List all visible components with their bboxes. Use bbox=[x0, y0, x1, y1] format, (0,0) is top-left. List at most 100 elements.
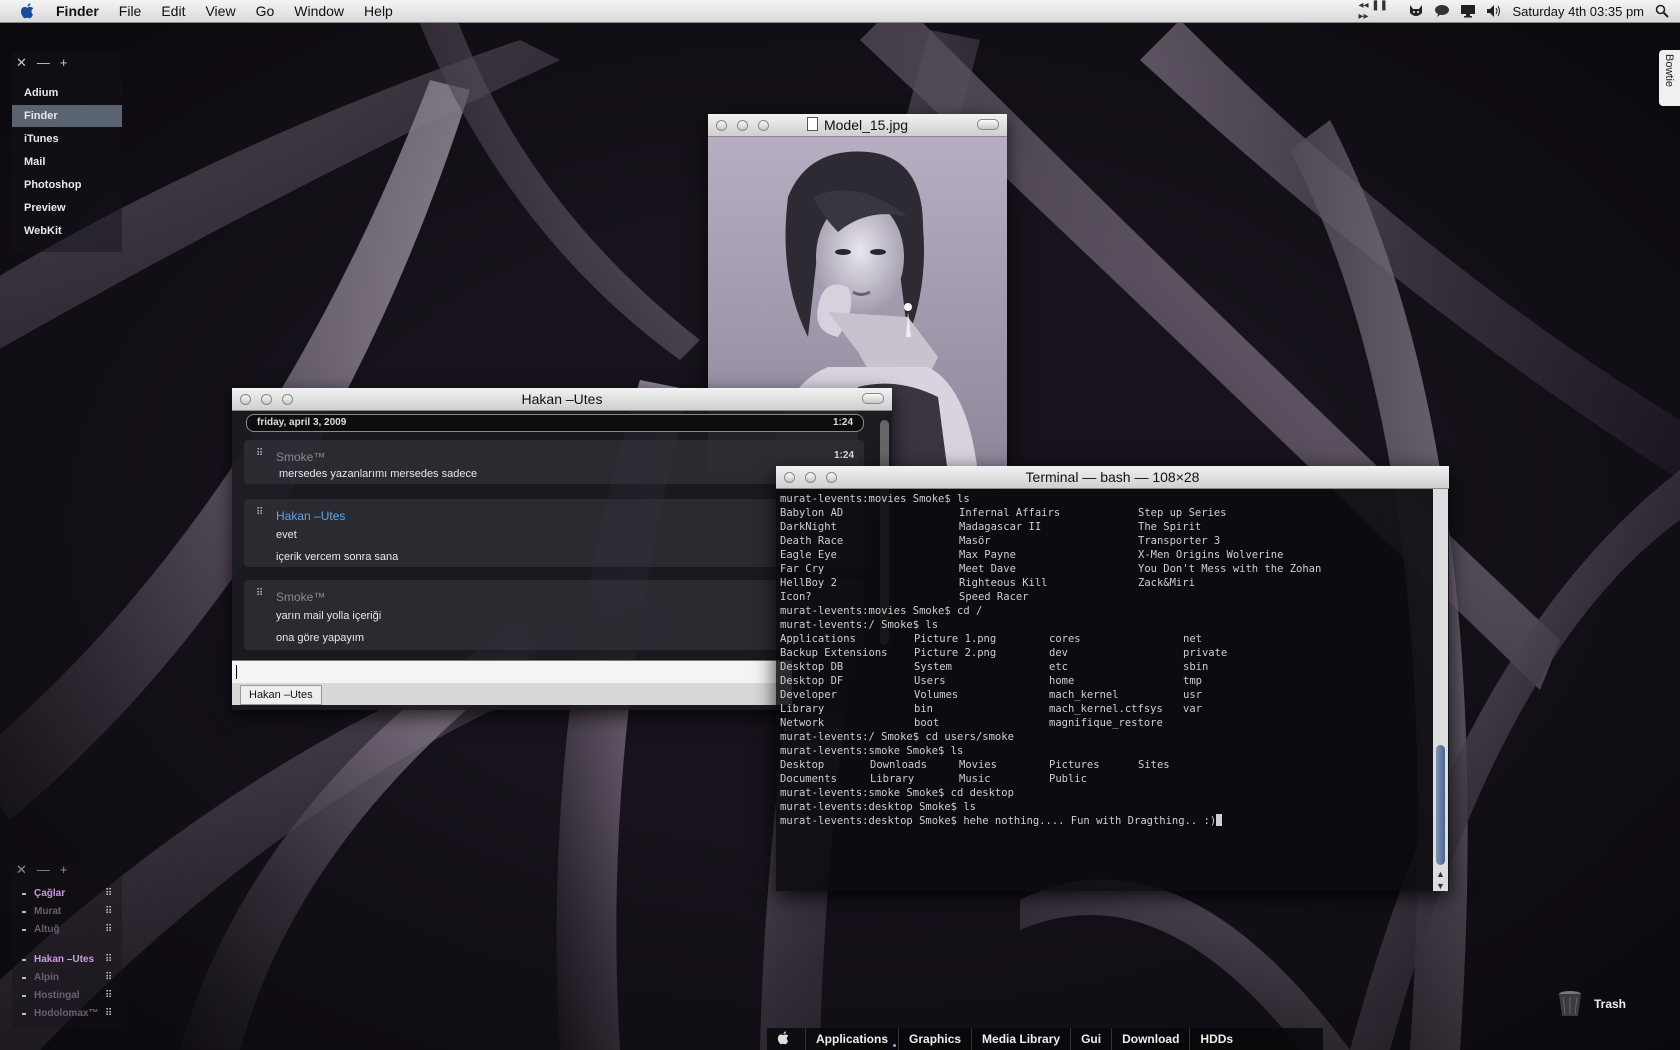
minimize-button[interactable] bbox=[737, 120, 748, 131]
app-item-itunes[interactable]: iTunes bbox=[12, 128, 122, 150]
volume-icon[interactable] bbox=[1486, 4, 1502, 18]
title-bar[interactable]: Terminal — bash — 108×28 bbox=[776, 466, 1449, 489]
dock-gui[interactable]: Gui bbox=[1070, 1028, 1111, 1050]
display-icon[interactable] bbox=[1460, 4, 1476, 18]
terminal-listing-entry: private bbox=[1183, 647, 1228, 659]
terminal-listing-entry: net bbox=[1183, 633, 1202, 645]
terminal-listing-entry: Far Cry bbox=[780, 563, 825, 575]
dock-graphics[interactable]: Graphics bbox=[898, 1028, 971, 1050]
menu-file[interactable]: File bbox=[109, 0, 152, 22]
app-item-photoshop[interactable]: Photoshop bbox=[12, 174, 122, 196]
dock-applications[interactable]: Applications bbox=[805, 1028, 898, 1050]
scroll-up-arrow-icon[interactable]: ▲ bbox=[1436, 869, 1445, 879]
zoom-button[interactable] bbox=[282, 394, 293, 405]
terminal-listing-entry: DarkNight bbox=[780, 521, 837, 533]
zoom-button[interactable] bbox=[826, 472, 837, 483]
menu-view[interactable]: View bbox=[195, 0, 245, 22]
terminal-scrollbar[interactable]: ▲ ▼ bbox=[1433, 489, 1448, 891]
terminal-line: murat-levents:movies Smoke$ cd / bbox=[780, 604, 982, 618]
close-button[interactable] bbox=[784, 472, 795, 483]
message-input[interactable] bbox=[232, 660, 792, 683]
terminal-listing-entry: Meet Dave bbox=[959, 563, 1016, 575]
bowtie-tab[interactable]: Bowtie bbox=[1659, 50, 1680, 106]
minimize-button[interactable] bbox=[805, 472, 816, 483]
terminal-output[interactable]: murat-levents:movies Smoke$ ls Babylon AD… bbox=[780, 492, 1426, 882]
terminal-text: murat-levents:desktop Smoke$ ls bbox=[780, 801, 976, 813]
terminal-listing-entry: Transporter 3 bbox=[1138, 535, 1221, 547]
buddy-item[interactable]: Hakan –Utes ⠿ bbox=[12, 951, 122, 969]
buddy-item[interactable]: Hodolomax™ ⠿ bbox=[12, 1005, 122, 1023]
terminal-listing-entry: Madagascar II bbox=[959, 521, 1042, 533]
cat-icon[interactable] bbox=[1408, 4, 1424, 18]
dock-apple[interactable] bbox=[767, 1028, 805, 1050]
close-button[interactable] bbox=[716, 120, 727, 131]
playback-controls-icon[interactable]: ◂◂ ❚❚ ▸▸ bbox=[1358, 0, 1398, 22]
dock-label: HDDs bbox=[1200, 1032, 1234, 1046]
add-icon[interactable]: + bbox=[60, 55, 68, 71]
terminal-text: murat-levents:smoke Smoke$ cd desktop bbox=[780, 787, 1014, 799]
menu-window[interactable]: Window bbox=[284, 0, 354, 22]
terminal-listing-entry: sbin bbox=[1183, 661, 1209, 673]
terminal-listing-entry: Library bbox=[780, 703, 825, 715]
scroll-down-arrow-icon[interactable]: ▼ bbox=[1436, 881, 1445, 891]
terminal-listing-entry: mach_kernel.ctfsys bbox=[1049, 703, 1163, 715]
spotlight-icon[interactable] bbox=[1654, 4, 1670, 18]
menu-clock[interactable]: Saturday 4th 03:35 pm bbox=[1512, 4, 1644, 19]
status-dot bbox=[22, 1013, 26, 1015]
menu-edit[interactable]: Edit bbox=[151, 0, 195, 22]
zoom-button[interactable] bbox=[758, 120, 769, 131]
app-item-finder[interactable]: Finder bbox=[12, 105, 122, 127]
grip-icon: ⠿ bbox=[105, 888, 112, 899]
buddy-item[interactable]: Murat ⠿ bbox=[12, 903, 122, 921]
close-button[interactable] bbox=[240, 394, 251, 405]
dock-label: Media Library bbox=[982, 1032, 1061, 1046]
status-dot bbox=[22, 929, 26, 931]
title-bar[interactable]: Hakan –Utes bbox=[232, 388, 892, 411]
dock-hdds[interactable]: HDDs bbox=[1189, 1028, 1243, 1050]
minimize-button[interactable] bbox=[261, 394, 272, 405]
buddy-item[interactable]: Çağlar ⠿ bbox=[12, 885, 122, 903]
terminal-listing-entry: boot bbox=[914, 717, 940, 729]
app-item-mail[interactable]: Mail bbox=[12, 151, 122, 173]
menu-bar: Finder File Edit View Go Window Help ◂◂ … bbox=[0, 0, 1680, 23]
message-sender: Smoke™ bbox=[276, 450, 326, 464]
tab-hakan-utes[interactable]: Hakan –Utes bbox=[240, 685, 322, 705]
buddy-item[interactable]: Alpin ⠿ bbox=[12, 969, 122, 987]
trash-icon[interactable] bbox=[1555, 988, 1585, 1018]
close-icon[interactable]: ✕ bbox=[16, 55, 27, 71]
buddy-item[interactable]: Altuğ ⠿ bbox=[12, 921, 122, 939]
toolbar-toggle-button[interactable] bbox=[977, 119, 999, 130]
message-sender: Hakan –Utes bbox=[276, 509, 346, 523]
message-group: ⠿ Hakan –Utes evet içerik vercem sonra s… bbox=[244, 499, 864, 567]
terminal-listing-entry: The Spirit bbox=[1138, 521, 1202, 533]
terminal-listing-entry: Network bbox=[780, 717, 825, 729]
app-item-webkit[interactable]: WebKit bbox=[12, 220, 122, 242]
terminal-line: murat-levents:/ Smoke$ ls bbox=[780, 618, 938, 632]
menu-help[interactable]: Help bbox=[354, 0, 403, 22]
status-dot bbox=[22, 893, 26, 895]
speech-bubble-icon[interactable] bbox=[1434, 4, 1450, 18]
toolbar-toggle-button[interactable] bbox=[862, 393, 884, 404]
app-item-preview[interactable]: Preview bbox=[12, 197, 122, 219]
menu-go[interactable]: Go bbox=[246, 0, 285, 22]
terminal-text: murat-levents:smoke Smoke$ ls bbox=[780, 745, 964, 757]
buddy-name: Altuğ bbox=[34, 924, 60, 935]
dock-label: Gui bbox=[1081, 1032, 1102, 1046]
image-file-icon bbox=[806, 117, 818, 131]
buddy-item[interactable]: Hostingal ⠿ bbox=[12, 987, 122, 1005]
title-bar[interactable]: Model_15.jpg bbox=[708, 114, 1007, 137]
message-text: mersedes yazanlarımı mersedes sadece bbox=[279, 468, 478, 480]
terminal-listing-entry: Masör bbox=[959, 535, 991, 547]
terminal-listing-entry: Step up Series bbox=[1138, 507, 1227, 519]
dock-media-library[interactable]: Media Library bbox=[971, 1028, 1070, 1050]
terminal-listing-entry: You Don't Mess with the Zohan bbox=[1138, 563, 1322, 575]
menu-app-finder[interactable]: Finder bbox=[46, 0, 109, 22]
minimize-icon[interactable]: — bbox=[37, 55, 50, 71]
terminal-listing-entry: Developer bbox=[780, 689, 837, 701]
apple-icon[interactable] bbox=[18, 2, 36, 20]
dock-download[interactable]: Download bbox=[1111, 1028, 1189, 1050]
scroll-thumb[interactable] bbox=[1436, 745, 1445, 865]
app-item-adium[interactable]: Adium bbox=[12, 82, 122, 104]
terminal-text: murat-levents:movies Smoke$ ls bbox=[780, 493, 970, 505]
window-title: Model_15.jpg bbox=[823, 117, 909, 133]
